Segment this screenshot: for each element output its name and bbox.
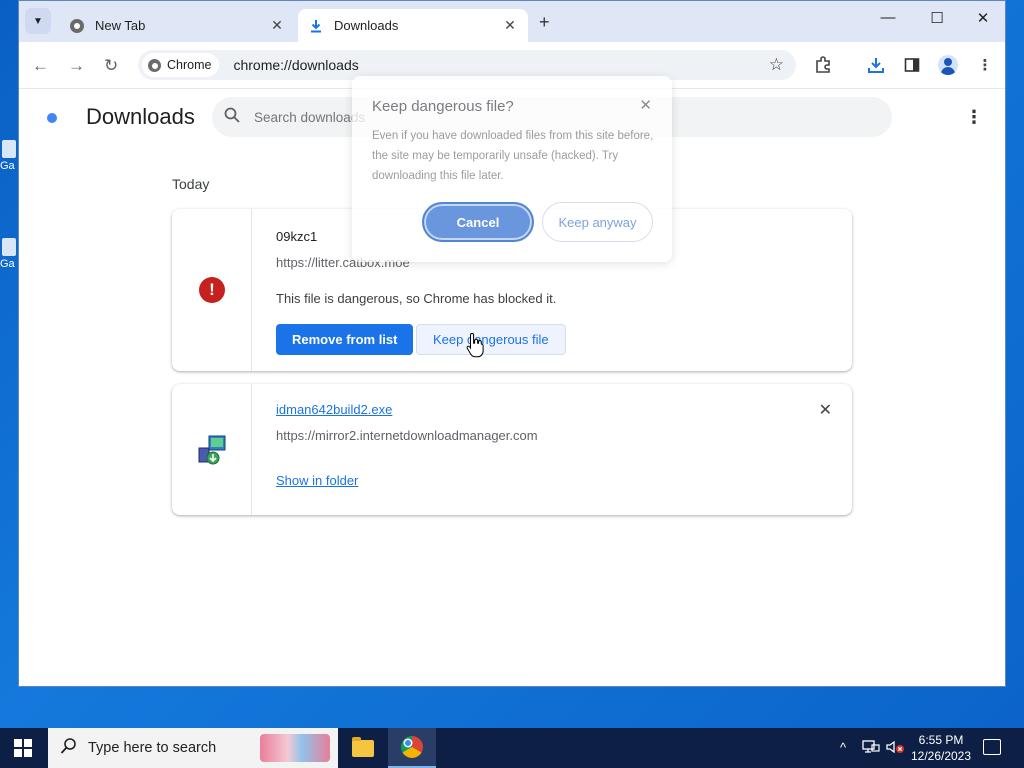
shortcut-icon (2, 238, 16, 256)
danger-message: This file is dangerous, so Chrome has bl… (276, 291, 557, 306)
page-menu-icon[interactable]: ⋮ (965, 107, 983, 128)
danger-warning-icon: ! (199, 277, 225, 303)
bookmark-star-icon[interactable]: ☆ (769, 55, 784, 75)
file-explorer-taskbar-button[interactable] (339, 728, 387, 768)
reload-icon[interactable]: ↻ (104, 56, 118, 76)
taskbar-search[interactable]: Type here to search (48, 728, 338, 768)
file-name: 09kzc1 (276, 229, 318, 244)
clock-time: 6:55 PM (918, 733, 964, 747)
profile-avatar-icon[interactable] (937, 54, 959, 76)
desktop-shortcut-label: Ga (0, 160, 15, 172)
desktop-shortcut[interactable]: Ga (0, 238, 18, 278)
side-panel-icon[interactable] (901, 54, 923, 76)
desktop-shortcut[interactable]: Ga (0, 140, 18, 180)
search-icon (224, 107, 240, 128)
folder-icon (352, 736, 374, 757)
shortcut-icon (2, 140, 16, 158)
new-tab-button[interactable]: + (539, 12, 550, 33)
system-clock[interactable]: 6:55 PM 12/26/2023 (905, 732, 977, 764)
file-name-link[interactable]: idman642build2.exe (276, 402, 392, 417)
forward-arrow-icon[interactable]: → (68, 56, 85, 76)
chrome-logo-icon (40, 106, 64, 130)
taskbar-search-placeholder: Type here to search (88, 740, 217, 756)
download-item-exe: idman642build2.exe https://mirror2.inter… (172, 384, 852, 515)
show-hidden-icons-chevron[interactable]: ^ (840, 740, 846, 755)
windows-start-icon[interactable] (14, 739, 32, 757)
chrome-icon (69, 18, 85, 34)
url-text[interactable]: chrome://downloads (233, 57, 358, 73)
remove-from-list-button[interactable]: Remove from list (276, 324, 414, 355)
extensions-icon[interactable] (812, 54, 834, 76)
close-icon[interactable]: ✕ (502, 17, 518, 34)
maximize-button[interactable]: ☐ (922, 9, 952, 27)
chrome-taskbar-button[interactable] (388, 728, 436, 768)
tab-search-button[interactable]: ▼ (25, 8, 51, 34)
installer-file-icon (197, 434, 227, 465)
volume-muted-icon[interactable] (886, 740, 906, 757)
back-arrow-icon[interactable]: ← (32, 56, 49, 76)
hand-cursor-icon (466, 332, 484, 358)
download-icon (308, 18, 324, 34)
search-icon (60, 737, 78, 760)
menu-kebab-icon[interactable]: ⋮ (974, 54, 996, 76)
chrome-icon (401, 736, 423, 758)
close-icon[interactable]: ✕ (269, 17, 285, 34)
site-info-chip[interactable]: Chrome (142, 53, 220, 77)
clock-date: 12/26/2023 (910, 749, 972, 763)
tab-title: New Tab (95, 18, 146, 33)
desktop-shortcut-label: Ga (0, 258, 15, 270)
search-highlight-image (260, 734, 330, 762)
dialog-close-icon[interactable]: ✕ (639, 96, 652, 114)
dialog-body-text: Even if you have downloaded files from t… (372, 130, 654, 182)
show-in-folder-link[interactable]: Show in folder (276, 473, 358, 488)
cancel-button[interactable]: Cancel (422, 202, 534, 242)
tab-title: Downloads (334, 18, 399, 33)
notification-center-icon[interactable] (983, 739, 1001, 755)
keep-dangerous-dialog: Keep dangerous file? ✕ Even if you have … (352, 76, 672, 262)
page-title: Downloads (86, 104, 195, 129)
tab-downloads[interactable]: Downloads ✕ (298, 9, 528, 42)
keep-anyway-button[interactable]: Keep anyway (542, 202, 653, 242)
network-icon[interactable] (862, 740, 880, 757)
tab-strip: ▼ New Tab ✕ Downloads ✕ + — ☐ ✕ (19, 1, 1005, 42)
file-url: https://mirror2.internetdownloadmanager.… (276, 428, 538, 443)
keep-dangerous-file-button[interactable]: Keep dangerous file (416, 324, 566, 355)
downloads-icon[interactable] (865, 54, 887, 76)
date-section-label: Today (172, 176, 210, 192)
dialog-title: Keep dangerous file? (372, 98, 514, 115)
chip-label: Chrome (167, 58, 212, 72)
taskbar: Type here to search ^ 6:55 PM 12/26/2023 (0, 728, 1024, 768)
chevron-down-icon: ▼ (33, 15, 43, 27)
tab-new-tab[interactable]: New Tab ✕ (59, 9, 295, 42)
minimize-button[interactable]: — (873, 9, 903, 26)
chrome-icon (148, 58, 161, 72)
remove-item-close-icon[interactable]: ✕ (819, 400, 832, 420)
window-close-button[interactable]: ✕ (968, 9, 998, 27)
